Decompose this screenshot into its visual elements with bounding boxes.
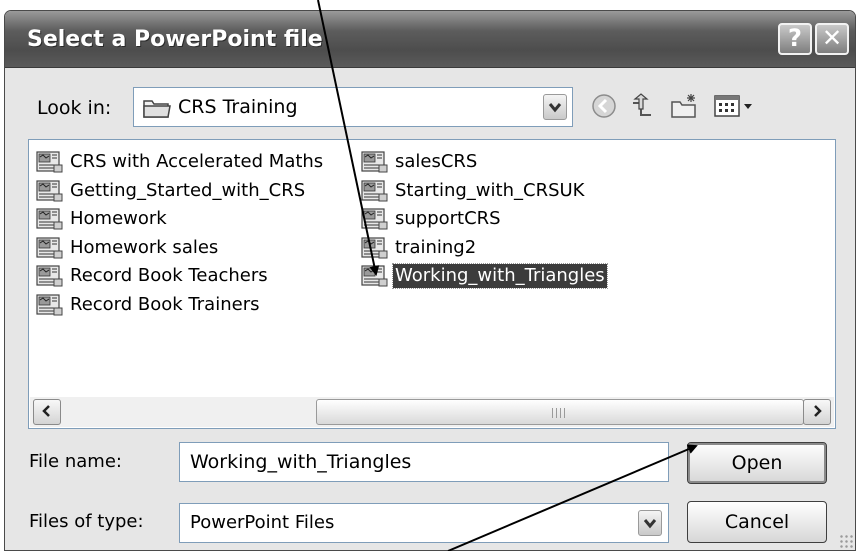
files-of-type-value: PowerPoint Files [190,512,335,533]
powerpoint-file-icon [361,179,389,206]
file-item-label: Getting_Started_with_CRS [70,179,306,201]
title-bar[interactable]: Select a PowerPoint file ? ✕ [5,11,855,68]
powerpoint-file-icon [36,208,64,234]
file-item-label: Homework [70,208,167,229]
look-in-dropdown[interactable]: CRS Training [133,87,573,127]
look-in-value: CRS Training [178,96,298,118]
close-button[interactable]: ✕ [815,23,849,55]
resize-grip-icon[interactable] [839,534,853,548]
view-menu-icon[interactable] [713,91,757,125]
powerpoint-file-icon [361,265,389,291]
chevron-down-icon[interactable] [638,510,662,536]
folder-icon [142,96,172,124]
open-button[interactable]: Open [687,442,827,484]
file-name-input[interactable] [179,442,669,482]
file-item-label: CRS with Accelerated Maths [70,151,324,172]
powerpoint-file-icon [361,151,389,177]
file-item-label: salesCRS [395,151,478,172]
grip-icon [552,408,566,418]
powerpoint-file-icon [36,179,64,206]
powerpoint-file-icon [361,208,389,234]
cancel-button[interactable]: Cancel [687,501,827,543]
file-item-label: supportCRS [395,208,501,229]
scroll-right-button[interactable] [803,399,831,425]
files-of-type-dropdown[interactable]: PowerPoint Files [179,503,669,543]
new-folder-icon[interactable] [669,91,701,125]
horizontal-scrollbar[interactable] [30,397,834,427]
file-name-label: File name: [29,451,122,472]
scroll-left-button[interactable] [33,399,61,425]
select-file-dialog: Select a PowerPoint file ? ✕ Look in: CR… [4,10,856,551]
file-item-label: Starting_with_CRSUK [395,179,585,201]
file-item-label: Working_with_Triangles [392,263,608,289]
file-item-label: Record Book Teachers [70,265,268,286]
powerpoint-file-icon [36,236,64,263]
files-of-type-label: Files of type: [29,511,144,532]
back-icon[interactable] [589,91,619,125]
powerpoint-file-icon [361,236,389,263]
dialog-title: Select a PowerPoint file [27,27,323,52]
file-item-label: training2 [395,236,477,258]
look-in-label: Look in: [37,97,112,119]
chevron-down-icon[interactable] [543,94,567,120]
file-item-label: Record Book Trainers [70,293,260,315]
file-item-label: Homework sales [70,236,219,258]
scrollbar-thumb[interactable] [316,399,804,425]
powerpoint-file-icon [36,151,64,177]
screenshot-canvas: Select a PowerPoint file ? ✕ Look in: CR… [0,0,856,551]
help-button[interactable]: ? [778,23,812,55]
file-list[interactable]: CRS with Accelerated Maths Getting_Starte… [28,139,836,429]
powerpoint-file-icon [36,265,64,291]
powerpoint-file-icon [36,293,64,320]
up-folder-icon[interactable] [627,91,657,125]
